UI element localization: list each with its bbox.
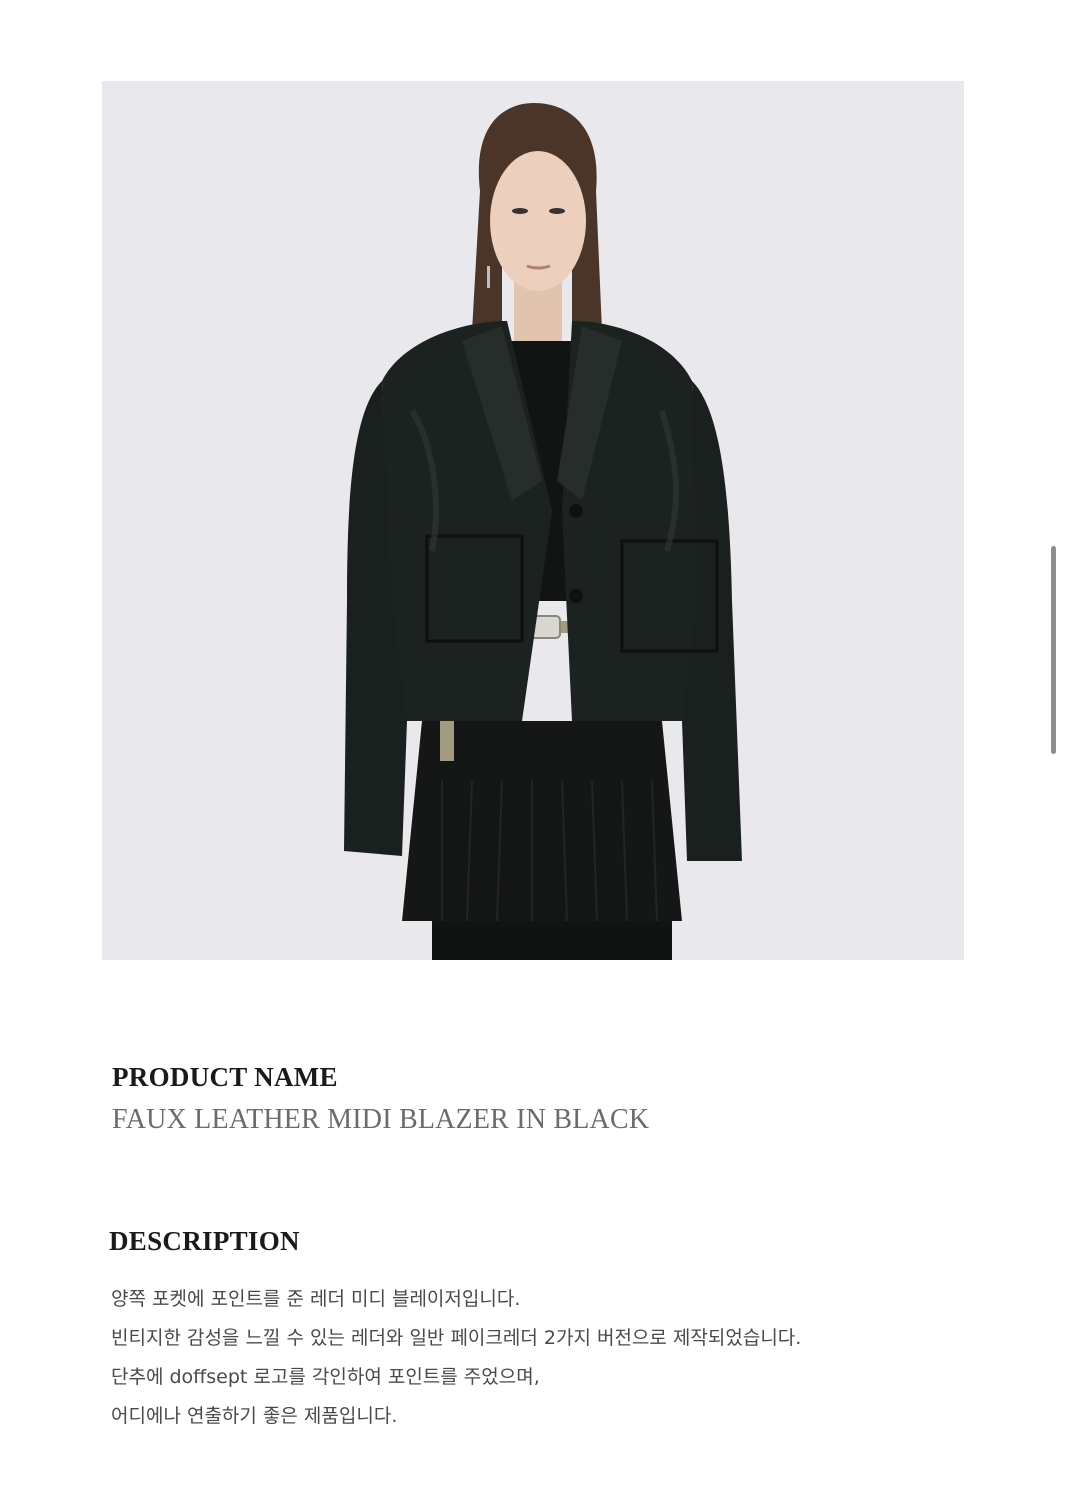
description-line: 어디에나 연출하기 좋은 제품입니다. xyxy=(111,1405,398,1427)
scrollbar-thumb[interactable] xyxy=(1051,546,1056,754)
description-line: 빈티지한 감성을 느낄 수 있는 레더와 일반 페이크레더 2가지 버전으로 제… xyxy=(111,1327,802,1349)
description-line: 양쪽 포켓에 포인트를 준 레더 미디 블레이저입니다. xyxy=(111,1288,521,1310)
description-text: 양쪽 포켓에 포인트를 준 레더 미디 블레이저입니다. 빈티지한 감성을 느낄… xyxy=(111,1284,801,1440)
description-heading: DESCRIPTION xyxy=(109,1226,300,1256)
product-name-value: FAUX LEATHER MIDI BLAZER IN BLACK xyxy=(112,1104,650,1135)
product-detail-page: PRODUCT NAME FAUX LEATHER MIDI BLAZER IN… xyxy=(0,0,1067,1500)
product-name-heading: PRODUCT NAME xyxy=(112,1062,338,1092)
description-line: 단추에 doffsept 로고를 각인하여 포인트를 주었으며, xyxy=(111,1366,540,1388)
product-photo xyxy=(102,81,964,960)
model-wearing-blazer-illustration xyxy=(102,81,964,960)
